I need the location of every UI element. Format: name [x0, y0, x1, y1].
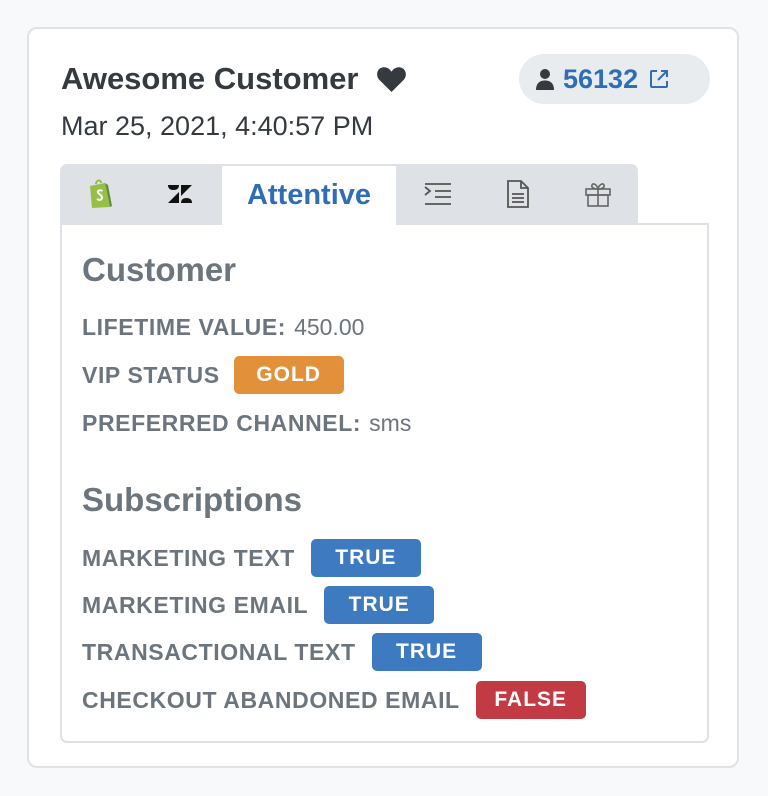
customer-heading: Customer: [82, 251, 237, 288]
subscriptions-heading: Subscriptions: [82, 481, 303, 518]
preferred-channel-row: PREFERRED CHANNEL: sms: [82, 403, 411, 443]
zendesk-icon: [168, 184, 192, 203]
user-icon: [536, 69, 554, 90]
preferred-channel-label: PREFERRED CHANNEL:: [82, 409, 362, 436]
customer-id[interactable]: 56132: [563, 64, 638, 95]
lifetime-value: 450.00: [294, 313, 365, 340]
subscription-row: MARKETING TEXT TRUE: [82, 538, 421, 578]
tab-shopify[interactable]: [60, 164, 140, 223]
customer-header: Awesome Customer: [61, 61, 407, 97]
document-icon: [507, 179, 529, 208]
conversation-timestamp: Mar 25, 2021, 4:40:57 PM: [61, 111, 374, 141]
tab-rewards[interactable]: [558, 164, 638, 223]
subscription-badge: TRUE: [324, 586, 435, 624]
subscription-label: MARKETING EMAIL: [82, 591, 309, 618]
vip-status-row: VIP STATUS GOLD: [82, 355, 344, 395]
vip-status-badge: GOLD: [233, 356, 344, 394]
subscription-label: CHECKOUT ABANDONED EMAIL: [82, 686, 460, 713]
indent-list-icon: [424, 182, 451, 205]
subscription-badge: TRUE: [371, 633, 482, 671]
customer-id-link[interactable]: 56132: [519, 54, 710, 104]
tab-zendesk[interactable]: [140, 164, 220, 223]
tab-attentive[interactable]: Attentive: [220, 164, 398, 225]
attentive-panel: Customer LIFETIME VALUE: 450.00 VIP STAT…: [60, 223, 709, 743]
external-link-icon[interactable]: [648, 68, 670, 90]
shopify-icon: [90, 179, 112, 208]
tab-notes[interactable]: [478, 164, 558, 223]
subscription-row: MARKETING EMAIL TRUE: [82, 585, 435, 625]
subscription-label: TRANSACTIONAL TEXT: [82, 638, 356, 665]
gift-icon: [585, 182, 611, 207]
subscription-row: TRANSACTIONAL TEXT TRUE: [82, 632, 482, 672]
subscription-row: CHECKOUT ABANDONED EMAIL FALSE: [82, 680, 586, 720]
preferred-channel: sms: [369, 409, 412, 436]
subscription-badge: TRUE: [310, 539, 421, 577]
lifetime-value-row: LIFETIME VALUE: 450.00: [82, 307, 364, 347]
vip-status-label: VIP STATUS: [82, 361, 220, 388]
heart-icon[interactable]: [376, 66, 407, 93]
customer-card: Awesome Customer Mar 25, 2021, 4:40:57 P…: [27, 27, 739, 768]
lifetime-value-label: LIFETIME VALUE:: [82, 313, 287, 340]
customer-name: Awesome Customer: [61, 61, 359, 96]
subscription-badge: FALSE: [475, 681, 586, 719]
tab-actions[interactable]: [398, 164, 478, 223]
subscription-label: MARKETING TEXT: [82, 544, 295, 571]
